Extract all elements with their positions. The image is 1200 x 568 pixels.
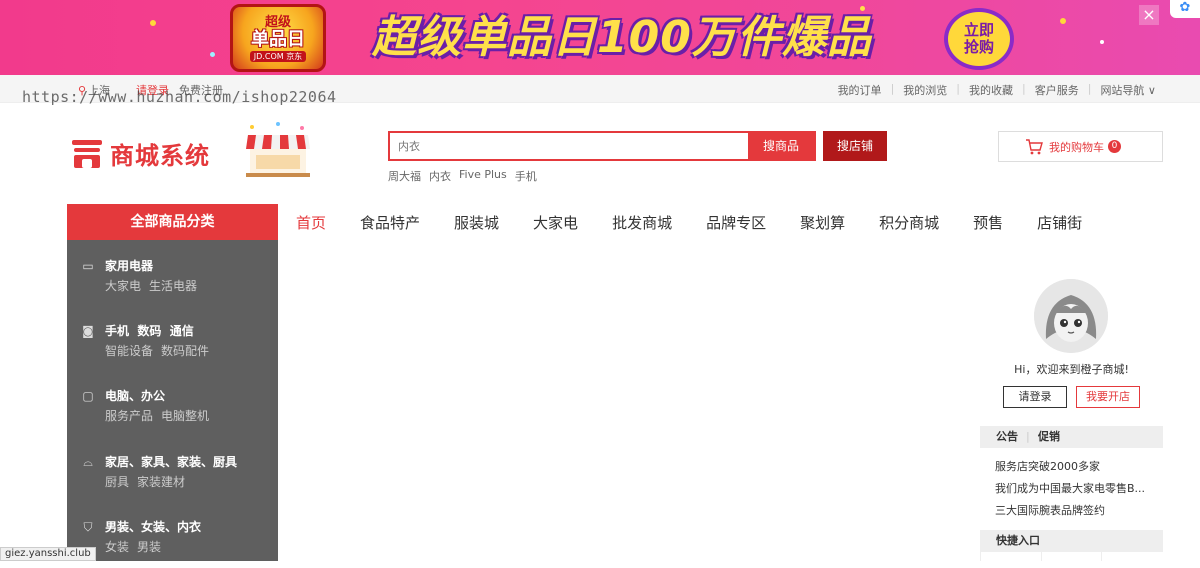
notice-list: 服务店突破2000多家 我们成为中国最大家电零售B... 三大国际腕表品牌签约	[995, 460, 1155, 526]
badge-line3: JD.COM 京东	[249, 50, 307, 62]
category-item[interactable]: ◙ 手机 数码 通信 智能设备 数码配件	[67, 322, 278, 372]
nav-group-buy[interactable]: 聚划算	[800, 212, 845, 233]
hotword-link[interactable]: 手机	[515, 168, 537, 184]
badge-line1: 超级	[264, 14, 291, 30]
divider: |	[1087, 82, 1092, 95]
search-input[interactable]	[390, 133, 750, 159]
site-nav-dropdown[interactable]: 网站导航 ∨	[1100, 82, 1156, 98]
divider: |	[1026, 430, 1030, 443]
notice-item[interactable]: 三大国际腕表品牌签约	[995, 504, 1155, 526]
nav-presale[interactable]: 预售	[973, 212, 1003, 233]
nav-shop-street[interactable]: 店铺街	[1037, 212, 1082, 233]
quick-entry-header: 快捷入口	[980, 530, 1163, 552]
nav-wholesale[interactable]: 批发商城	[612, 212, 672, 233]
subcategory-link[interactable]: 大家电	[105, 277, 141, 294]
nav-food[interactable]: 食品特产	[360, 212, 420, 233]
category-item[interactable]: ▢ 电脑、办公 服务产品 电脑整机	[67, 387, 278, 437]
subcategory-link[interactable]: 电脑整机	[161, 407, 209, 424]
search-shop-button[interactable]: 搜店铺	[823, 131, 887, 161]
watermark-url: https://www.huzhan.com/ishop22064	[22, 88, 337, 106]
my-history-link[interactable]: 我的浏览	[903, 82, 947, 98]
store-logo-icon	[72, 139, 102, 168]
category-title[interactable]: 手机 数码 通信	[105, 322, 194, 339]
notice-item[interactable]: 我们成为中国最大家电零售B...	[995, 482, 1155, 504]
divider: |	[1022, 82, 1026, 95]
subcategory-link[interactable]: 女装	[105, 538, 129, 555]
divider: |	[956, 82, 960, 95]
flower-icon[interactable]: ✿	[1170, 0, 1200, 18]
category-item[interactable]: ⌓ 家居、家具、家装、厨具 厨具 家装建材	[67, 453, 278, 503]
buy-now-button[interactable]: 立即 抢购	[944, 8, 1014, 70]
cta-line1: 立即	[963, 21, 994, 39]
subcategory-link[interactable]: 服务产品	[105, 407, 153, 424]
subcategory-link[interactable]: 数码配件	[161, 342, 209, 359]
cart-count-badge: 0	[1108, 140, 1121, 153]
divider: |	[890, 82, 895, 95]
monitor-icon: ▢	[82, 389, 94, 403]
notice-item[interactable]: 服务店突破2000多家	[995, 460, 1155, 482]
subcategory-link[interactable]: 男装	[137, 538, 161, 555]
search-goods-button[interactable]: 搜商品	[748, 131, 814, 161]
quick-entry-grid	[980, 552, 1163, 561]
hotword-link[interactable]: 周大福	[388, 168, 421, 184]
all-categories-header[interactable]: 全部商品分类	[67, 204, 278, 240]
hot-search-words: 周大福 内衣 Five Plus 手机	[388, 168, 537, 184]
nav-appliances[interactable]: 大家电	[533, 212, 578, 233]
nav-points-mall[interactable]: 积分商城	[879, 212, 939, 233]
category-title[interactable]: 电脑、办公	[105, 387, 165, 404]
search-box: 搜商品	[388, 131, 816, 161]
category-title[interactable]: 男装、女装、内衣	[105, 518, 201, 535]
subcategory-link[interactable]: 家装建材	[137, 473, 185, 490]
nav-home[interactable]: 首页	[296, 212, 326, 233]
avatar	[1034, 279, 1108, 353]
confetti	[210, 52, 215, 57]
my-favorites-link[interactable]: 我的收藏	[969, 82, 1013, 98]
sofa-icon: ⌓	[83, 455, 93, 469]
hotword-link[interactable]: Five Plus	[459, 168, 507, 184]
tab-promotion[interactable]: 促销	[1038, 426, 1060, 448]
cart-label: 我的购物车	[1049, 140, 1104, 154]
welcome-text: Hi，欢迎来到橙子商城!	[1014, 363, 1129, 376]
shopping-cart-icon	[1026, 138, 1043, 154]
category-item[interactable]: ▭ 家用电器 大家电 生活电器	[67, 257, 278, 307]
my-orders-link[interactable]: 我的订单	[838, 82, 882, 98]
shirt-icon: ⛉	[83, 520, 93, 534]
main-nav: 首页 食品特产 服装城 大家电 批发商城 品牌专区 聚划算 积分商城 预售 店铺…	[296, 212, 1116, 233]
close-icon[interactable]: ×	[1139, 5, 1159, 25]
notice-tabs: 公告 | 促销	[980, 426, 1163, 448]
cart-button[interactable]: 我的购物车 0	[998, 131, 1163, 162]
open-shop-button[interactable]: 我要开店	[1076, 386, 1140, 408]
super-item-day-badge: 超级 单品日 JD.COM 京东	[230, 4, 326, 72]
hotword-link[interactable]: 内衣	[429, 168, 451, 184]
storefront-illustration	[246, 122, 310, 177]
category-list: ▭ 家用电器 大家电 生活电器 ◙ 手机 数码 通信 智能设备 数码配件 ▢ 电脑、…	[67, 240, 278, 561]
category-title[interactable]: 家用电器	[105, 257, 153, 274]
banner-headline: 超级单品日100万件爆品	[372, 12, 872, 63]
subcategory-link[interactable]: 智能设备	[105, 342, 153, 359]
confetti	[1060, 18, 1066, 24]
nav-clothing[interactable]: 服装城	[454, 212, 499, 233]
tab-notice[interactable]: 公告	[996, 426, 1018, 448]
category-title[interactable]: 家居、家具、家装、厨具	[105, 453, 237, 470]
confetti	[1100, 40, 1104, 44]
subcategory-link[interactable]: 厨具	[105, 473, 129, 490]
utility-links: 我的订单 | 我的浏览 | 我的收藏 | 客户服务 | 网站导航 ∨	[838, 82, 1156, 98]
site-logo[interactable]: 商城系统	[72, 136, 210, 171]
confetti	[150, 20, 156, 26]
tv-icon: ▭	[82, 259, 94, 273]
nav-brands[interactable]: 品牌专区	[706, 212, 766, 233]
logo-text: 商城系统	[110, 142, 210, 170]
browser-status-url: giez.yansshi.club	[0, 547, 96, 561]
login-button[interactable]: 请登录	[1003, 386, 1067, 408]
subcategory-link[interactable]: 生活电器	[149, 277, 197, 294]
badge-line2: 单品日	[251, 28, 305, 50]
cta-line2: 抢购	[963, 38, 994, 56]
camera-icon: ◙	[82, 324, 94, 338]
promo-banner[interactable]: 超级 单品日 JD.COM 京东 超级单品日100万件爆品 立即 抢购 ×	[0, 0, 1200, 75]
customer-service-link[interactable]: 客户服务	[1035, 82, 1079, 98]
